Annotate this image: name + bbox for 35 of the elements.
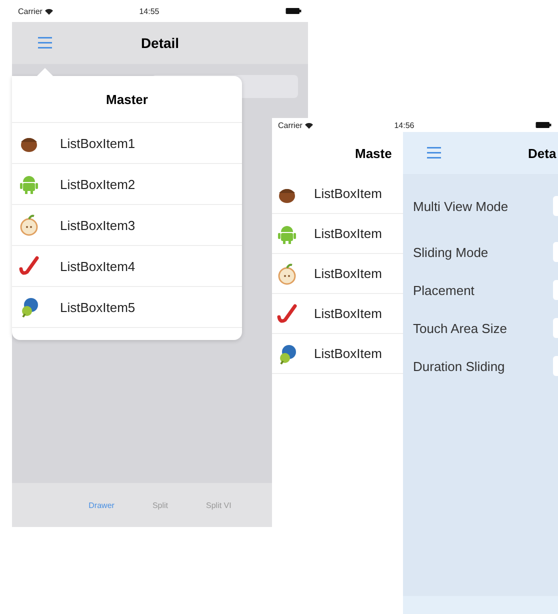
list-item[interactable]: ListBoxItem <box>272 254 403 294</box>
list-item[interactable]: ListBoxItem1 <box>12 123 242 164</box>
candy-cane-icon <box>276 302 298 324</box>
apple-icon <box>18 214 40 236</box>
wifi-icon <box>45 8 54 14</box>
master-title: Maste <box>355 146 392 160</box>
popover-title: Master <box>106 92 148 106</box>
status-time: 14:55 <box>139 6 160 16</box>
field-label: Placement <box>413 282 474 298</box>
menu-icon[interactable] <box>427 147 441 159</box>
list-item[interactable]: ListBoxItem4 <box>12 246 242 287</box>
menu-icon[interactable] <box>38 37 52 49</box>
list-item[interactable]: ListBoxItem5 <box>12 287 242 328</box>
carrier-label: Carrier <box>18 6 42 16</box>
carrier-label: Carrier <box>278 120 302 130</box>
nav-title: Detail <box>140 35 180 51</box>
status-time: 14:56 <box>394 120 414 130</box>
list-item[interactable]: ListBoxItem3 <box>12 205 242 246</box>
battery-icon <box>534 122 552 128</box>
input-field[interactable] <box>553 356 558 376</box>
input-field[interactable] <box>553 318 558 338</box>
candy-cane-icon <box>18 255 40 277</box>
apple-icon <box>276 262 298 284</box>
field-label: Touch Area Size <box>413 320 507 336</box>
field-label: Multi View Mode <box>413 198 508 214</box>
field-label: Duration Sliding <box>413 358 505 374</box>
wifi-icon <box>305 122 314 128</box>
field-label: Sliding Mode <box>413 244 488 260</box>
battery-icon <box>284 8 302 14</box>
list-item[interactable]: ListBoxItem2 <box>12 164 242 205</box>
robot-icon <box>18 173 40 195</box>
nav-title: Deta <box>528 146 556 160</box>
input-field[interactable] <box>553 196 558 216</box>
input-field[interactable] <box>553 280 558 300</box>
input-field[interactable] <box>553 242 558 262</box>
